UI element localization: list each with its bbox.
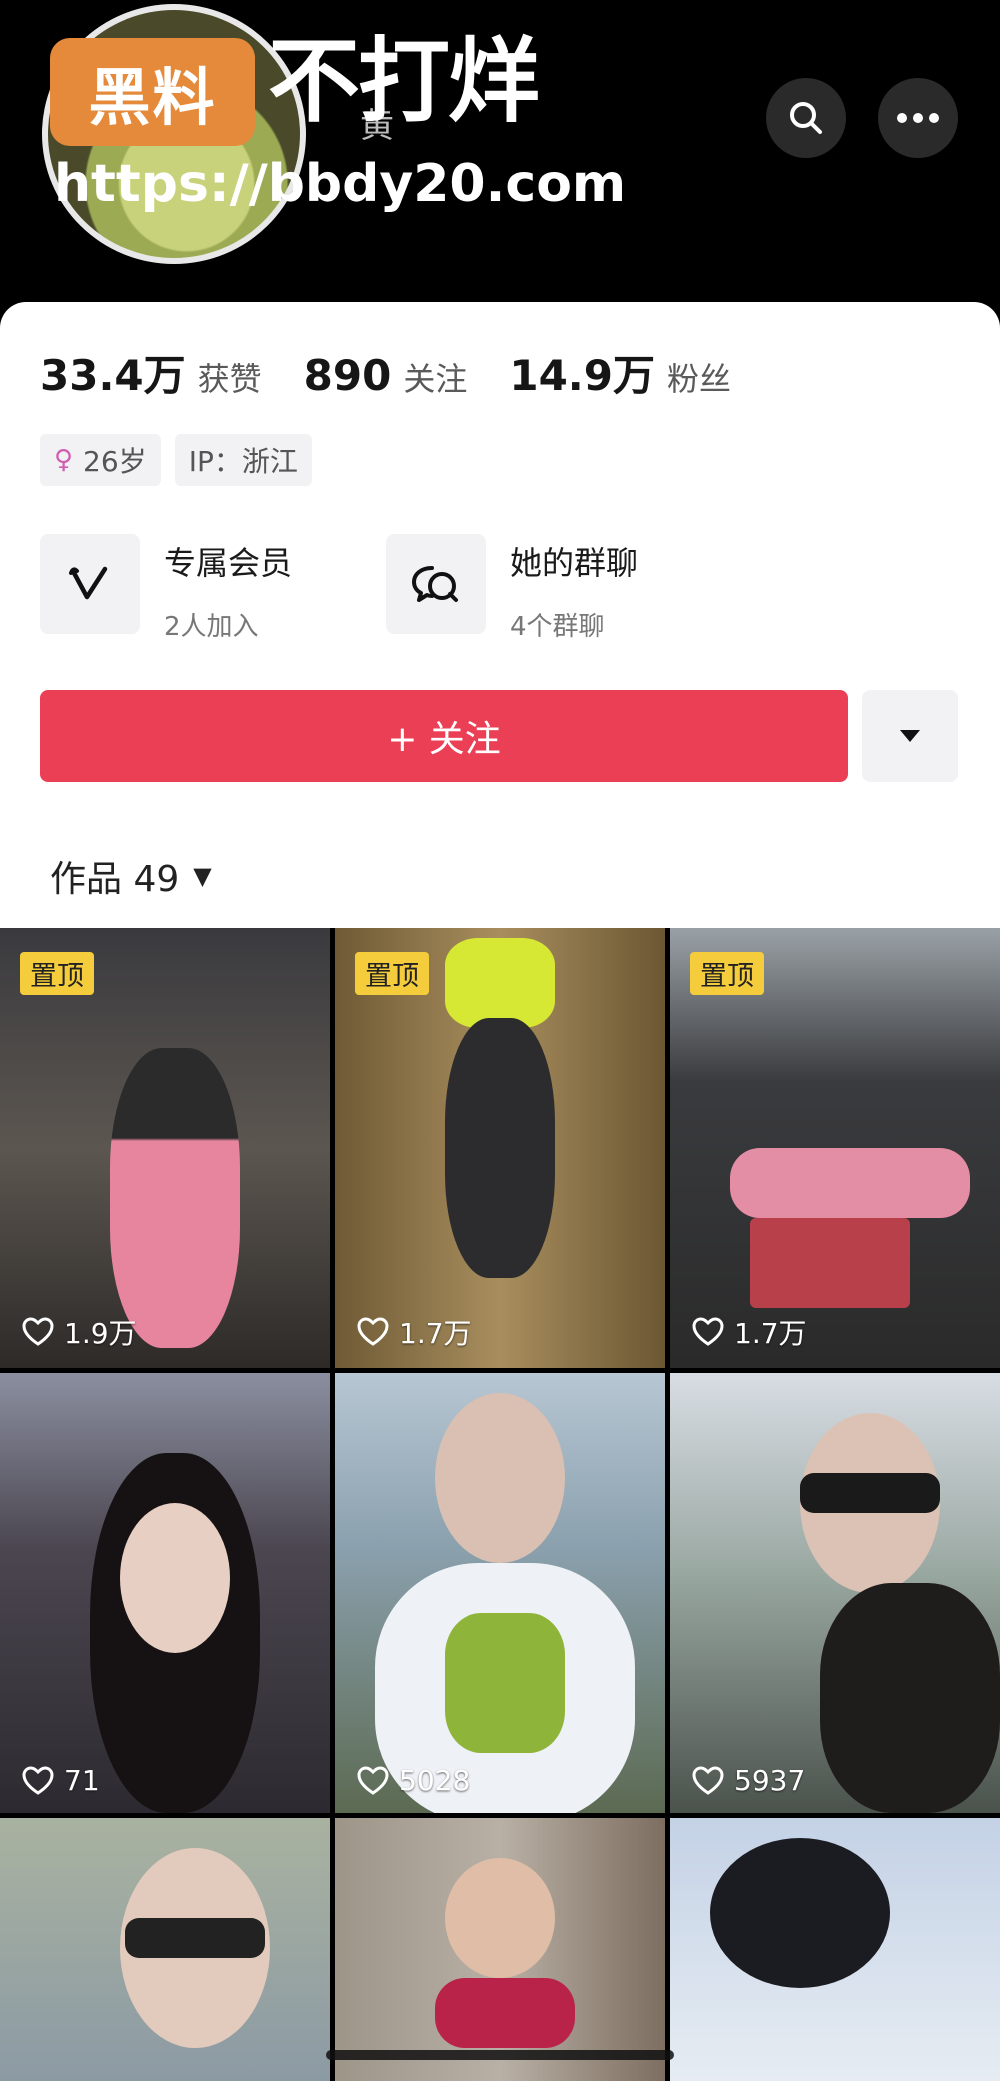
watermark-slogan: 不打烊	[268, 28, 540, 135]
triangle-down-icon	[900, 730, 920, 742]
like-count: 1.9万	[22, 1312, 137, 1352]
caret-down-icon: ▼	[193, 862, 212, 890]
likes-count: 33.4万	[40, 351, 186, 400]
following-label[interactable]: 关注	[403, 354, 467, 400]
video-tile[interactable]	[670, 1818, 1000, 2081]
group-icon-box	[386, 534, 486, 634]
like-count-value: 5028	[399, 1764, 471, 1797]
followers-count[interactable]: 14.9万	[509, 342, 655, 403]
search-button[interactable]	[766, 78, 846, 158]
heart-icon	[22, 1765, 54, 1795]
video-tile[interactable]	[0, 1818, 330, 2081]
search-icon	[790, 102, 822, 134]
watermark-badge: 黑料	[50, 38, 255, 146]
followers-label[interactable]: 粉丝	[667, 354, 731, 400]
group-chat[interactable]: 她的群聊 4个群聊	[386, 534, 638, 643]
like-count-value: 1.9万	[64, 1317, 137, 1350]
ip-tag: IP：浙江	[174, 434, 312, 486]
ip-value: IP：浙江	[188, 445, 298, 478]
video-tile[interactable]: 5937	[670, 1373, 1000, 1813]
pinned-badge: 置顶	[690, 952, 764, 995]
v-icon	[69, 566, 108, 600]
vip-membership[interactable]: 专属会员 2人加入	[40, 534, 292, 643]
vip-title: 专属会员	[164, 544, 293, 582]
video-grid: 置顶 1.9万 置顶 1.7万 置顶 1.7万 71 5028 5937	[0, 928, 1000, 2081]
like-count-value: 5937	[734, 1764, 806, 1797]
group-title: 她的群聊	[510, 544, 639, 582]
profile-tags: ♀ 26岁 IP：浙江	[40, 434, 312, 486]
heart-icon	[357, 1765, 389, 1795]
like-count-value: 1.7万	[399, 1317, 472, 1350]
pinned-badge: 置顶	[355, 952, 429, 995]
profile-header: 黄 黑料 不打烊 https://bbdy20.com	[0, 0, 1000, 320]
chat-icon	[412, 566, 458, 602]
like-count: 1.7万	[357, 1312, 472, 1352]
like-count: 71	[22, 1764, 100, 1797]
works-tab-label: 作品 49	[50, 859, 180, 900]
tab-works[interactable]: 作品 49 ▼	[50, 850, 212, 902]
watermark-url: https://bbdy20.com	[54, 154, 627, 214]
profile-card: 33.4万 获赞 890 关注 14.9万 粉丝 ♀ 26岁 IP：浙江 专属会…	[0, 302, 1000, 928]
video-tile[interactable]: 置顶 1.7万	[670, 928, 1000, 1368]
pinned-badge: 置顶	[20, 952, 94, 995]
female-icon: ♀	[54, 445, 74, 475]
age-value: 26岁	[83, 445, 147, 478]
heart-icon	[22, 1317, 54, 1346]
profile-stats: 33.4万 获赞 890 关注 14.9万 粉丝	[40, 342, 773, 403]
video-tile[interactable]	[335, 1818, 665, 2081]
home-indicator[interactable]	[326, 2050, 674, 2060]
video-tile[interactable]: 置顶 1.9万	[0, 928, 330, 1368]
more-icon	[897, 113, 939, 123]
vip-subtitle: 2人加入	[164, 612, 259, 642]
recommend-dropdown-button[interactable]	[862, 690, 958, 782]
like-count-value: 1.7万	[734, 1317, 807, 1350]
heart-icon	[357, 1317, 389, 1346]
like-count: 5937	[692, 1764, 805, 1797]
like-count: 1.7万	[692, 1312, 807, 1352]
more-button[interactable]	[878, 78, 958, 158]
follow-button[interactable]: + 关注	[40, 690, 848, 782]
following-count[interactable]: 890	[304, 351, 392, 400]
heart-icon	[692, 1765, 724, 1795]
video-tile[interactable]: 71	[0, 1373, 330, 1813]
vip-icon-box	[40, 534, 140, 634]
age-tag: ♀ 26岁	[40, 434, 161, 486]
like-count: 5028	[357, 1764, 470, 1797]
video-tile[interactable]: 置顶 1.7万	[335, 928, 665, 1368]
like-count-value: 71	[64, 1764, 100, 1797]
group-subtitle: 4个群聊	[510, 612, 605, 642]
video-tile[interactable]: 5028	[335, 1373, 665, 1813]
likes-label: 获赞	[197, 360, 262, 398]
heart-icon	[692, 1317, 724, 1346]
